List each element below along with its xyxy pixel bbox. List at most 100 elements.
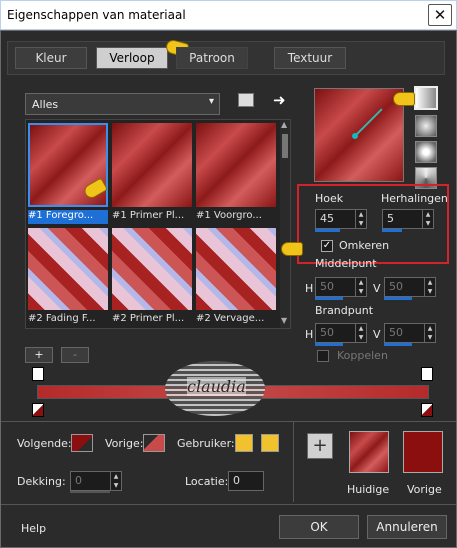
previous-label: Vorige bbox=[407, 483, 442, 496]
angle-slider-bar[interactable] bbox=[315, 229, 340, 232]
angle-input[interactable]: 45 ▲ ▼ bbox=[315, 209, 367, 229]
category-value: Alles bbox=[32, 98, 59, 111]
repeats-label: Herhalingen bbox=[381, 192, 448, 205]
angle-handle-icon[interactable] bbox=[352, 133, 358, 139]
center-h-label: H bbox=[305, 282, 314, 295]
angle-direction-line[interactable] bbox=[354, 108, 383, 137]
gradient-style-rectangular-button[interactable] bbox=[415, 115, 437, 137]
focal-h-slider-bar[interactable] bbox=[315, 343, 343, 346]
watermark-logo: claudia bbox=[165, 361, 265, 416]
gallery-item-label[interactable]: #1 Foregro... bbox=[28, 210, 108, 224]
spin-arrows-icon[interactable]: ▲ ▼ bbox=[424, 324, 435, 342]
next-label: Volgende: bbox=[17, 437, 72, 450]
invert-label[interactable]: Omkeren bbox=[339, 239, 389, 252]
center-v-slider-bar[interactable] bbox=[384, 297, 412, 300]
repeats-input[interactable]: 5 ▲ ▼ bbox=[382, 209, 434, 229]
add-material-button[interactable]: + bbox=[307, 433, 333, 459]
gradient-preview[interactable] bbox=[314, 88, 404, 182]
gallery-item-thumbnail[interactable] bbox=[28, 228, 108, 310]
repeats-slider-bar[interactable] bbox=[382, 229, 402, 232]
close-button[interactable]: ✕ bbox=[428, 4, 452, 26]
add-stop-button[interactable]: + bbox=[25, 347, 53, 363]
tab-patroon[interactable]: Patroon bbox=[176, 47, 248, 69]
bottom-divider bbox=[1, 421, 456, 422]
tab-kleur[interactable]: Kleur bbox=[15, 47, 87, 69]
current-label: Huidige bbox=[347, 483, 390, 496]
center-v-value: 50 bbox=[389, 280, 403, 293]
spin-arrows-icon[interactable]: ▲ ▼ bbox=[424, 278, 435, 296]
repeats-value: 5 bbox=[387, 212, 394, 225]
spin-arrows-icon[interactable]: ▲ ▼ bbox=[355, 278, 366, 296]
title-bar: Eigenschappen van materiaal ✕ bbox=[0, 0, 457, 30]
category-dropdown[interactable]: Alles ▾ bbox=[25, 93, 220, 115]
center-h-slider-bar[interactable] bbox=[315, 297, 343, 300]
remove-stop-button[interactable]: - bbox=[61, 347, 89, 363]
invert-checkbox[interactable]: ✓ bbox=[321, 240, 333, 252]
dialog-body: Kleur Verloop Patroon Textuur Alles ▾ ➜ … bbox=[0, 30, 457, 548]
tab-verloop[interactable]: Verloop bbox=[96, 47, 168, 69]
focal-v-input[interactable]: 50 ▲ ▼ bbox=[384, 323, 436, 343]
current-material-swatch[interactable] bbox=[349, 431, 389, 473]
cancel-button[interactable]: Annuleren bbox=[367, 515, 447, 539]
gallery-item-label[interactable]: #2 Vervage... bbox=[196, 313, 276, 324]
focal-v-slider-bar[interactable] bbox=[384, 343, 412, 346]
scroll-down-arrow-icon[interactable]: ▼ bbox=[281, 316, 287, 325]
spin-arrows-icon[interactable]: ▲ ▼ bbox=[110, 472, 121, 490]
angle-value: 45 bbox=[320, 212, 334, 225]
opacity-slider-bar[interactable] bbox=[70, 491, 110, 493]
gallery-view-icon[interactable] bbox=[238, 93, 254, 107]
vertical-divider bbox=[293, 422, 294, 502]
window-title: Eigenschappen van materiaal bbox=[7, 8, 186, 22]
spin-arrows-icon[interactable]: ▲ ▼ bbox=[422, 210, 433, 228]
help-link[interactable]: Help bbox=[21, 522, 46, 535]
center-v-input[interactable]: 50 ▲ ▼ bbox=[384, 277, 436, 297]
gallery-item-label[interactable]: #1 Voorgro... bbox=[196, 210, 276, 221]
scroll-up-arrow-icon[interactable]: ▲ bbox=[281, 120, 287, 129]
location-input[interactable]: 0 bbox=[228, 471, 264, 491]
gallery-item-thumbnail[interactable] bbox=[196, 228, 276, 310]
scrollbar-thumb[interactable] bbox=[282, 134, 288, 158]
gallery-scrollbar[interactable]: ▲ ▼ bbox=[280, 120, 290, 328]
gallery-item-thumbnail[interactable] bbox=[196, 123, 276, 207]
center-point-label: Middelpunt bbox=[315, 257, 377, 270]
angle-label: Hoek bbox=[315, 192, 344, 205]
focal-v-label: V bbox=[373, 328, 381, 341]
opacity-input[interactable]: 0 ▲ ▼ bbox=[70, 471, 122, 491]
next-swatch[interactable] bbox=[71, 434, 93, 452]
user-label: Gebruiker: bbox=[177, 437, 235, 450]
gallery-item-thumbnail[interactable] bbox=[112, 228, 192, 310]
prev-swatch[interactable] bbox=[143, 434, 165, 452]
focal-h-value: 50 bbox=[320, 326, 334, 339]
center-h-input[interactable]: 50 ▲ ▼ bbox=[315, 277, 367, 297]
prev-label: Vorige: bbox=[105, 437, 144, 450]
gallery-item-label[interactable]: #2 Primer Pl... bbox=[112, 313, 192, 324]
previous-material-swatch[interactable] bbox=[403, 431, 443, 473]
gallery-item-label[interactable]: #1 Primer Pl... bbox=[112, 210, 192, 221]
stop-marker-top-right[interactable] bbox=[421, 367, 433, 381]
link-checkbox[interactable] bbox=[317, 350, 329, 362]
watermark-text: claudia bbox=[187, 377, 246, 396]
focal-h-label: H bbox=[305, 328, 314, 341]
opacity-label: Dekking: bbox=[17, 475, 66, 488]
gallery-item-label[interactable]: #2 Fading F... bbox=[28, 313, 108, 324]
gallery-item-thumbnail[interactable] bbox=[112, 123, 192, 207]
pointer-hand-icon bbox=[393, 92, 415, 106]
link-label[interactable]: Koppelen bbox=[337, 349, 388, 362]
arrow-right-icon[interactable]: ➜ bbox=[273, 91, 286, 109]
footer-divider bbox=[1, 504, 456, 505]
user-swatch-1[interactable] bbox=[235, 434, 253, 452]
stop-marker-top-left[interactable] bbox=[32, 367, 44, 381]
gradient-style-sunburst-button[interactable] bbox=[415, 141, 437, 163]
gradient-style-linear-button[interactable] bbox=[414, 86, 438, 110]
focal-point-label: Brandpunt bbox=[315, 304, 374, 317]
user-swatch-2[interactable] bbox=[261, 434, 279, 452]
stop-marker-bottom-right[interactable] bbox=[421, 403, 433, 417]
tab-textuur[interactable]: Textuur bbox=[274, 47, 346, 69]
spin-arrows-icon[interactable]: ▲ ▼ bbox=[355, 210, 366, 228]
ok-button[interactable]: OK bbox=[279, 515, 359, 539]
focal-h-input[interactable]: 50 ▲ ▼ bbox=[315, 323, 367, 343]
location-value: 0 bbox=[233, 474, 240, 487]
stop-marker-bottom-left[interactable] bbox=[32, 403, 44, 417]
spin-arrows-icon[interactable]: ▲ ▼ bbox=[355, 324, 366, 342]
location-label: Locatie: bbox=[185, 475, 229, 488]
